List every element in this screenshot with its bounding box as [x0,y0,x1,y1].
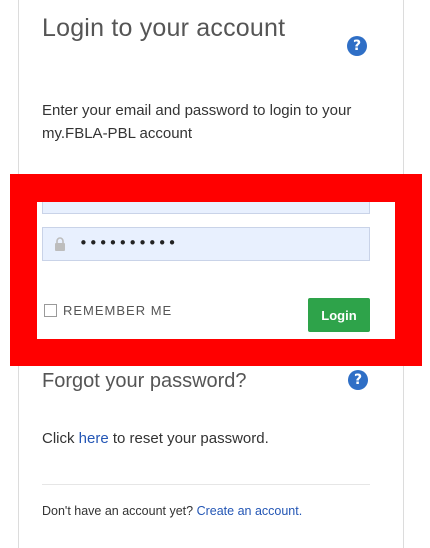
signup-text: Don't have an account yet? Create an acc… [42,504,302,518]
remember-me-checkbox[interactable] [44,304,57,317]
password-field[interactable]: •••••••••• [42,227,370,261]
reset-password-link[interactable]: here [79,430,109,447]
password-value: •••••••••• [79,234,178,252]
forgot-help-icon[interactable]: ? [348,370,368,390]
login-help-icon[interactable]: ? [347,36,367,56]
create-account-link[interactable]: Create an account. [197,504,303,518]
login-button[interactable]: Login [308,298,370,332]
remember-me[interactable]: REMEMBER ME [44,303,172,318]
login-panel [18,0,404,548]
login-instructions: Enter your email and password to login t… [42,102,352,142]
reset-suffix: to reset your password. [108,430,269,447]
lock-icon [55,237,65,251]
reset-password-text: Click here to reset your password. [42,430,269,447]
divider [42,484,370,485]
reset-prefix: Click [42,430,79,447]
signup-prompt: Don't have an account yet? [42,504,197,518]
remember-me-label: REMEMBER ME [63,303,173,318]
forgot-password-title: Forgot your password? [42,370,247,392]
email-field[interactable] [42,180,370,214]
login-title: Login to your account [42,14,286,42]
